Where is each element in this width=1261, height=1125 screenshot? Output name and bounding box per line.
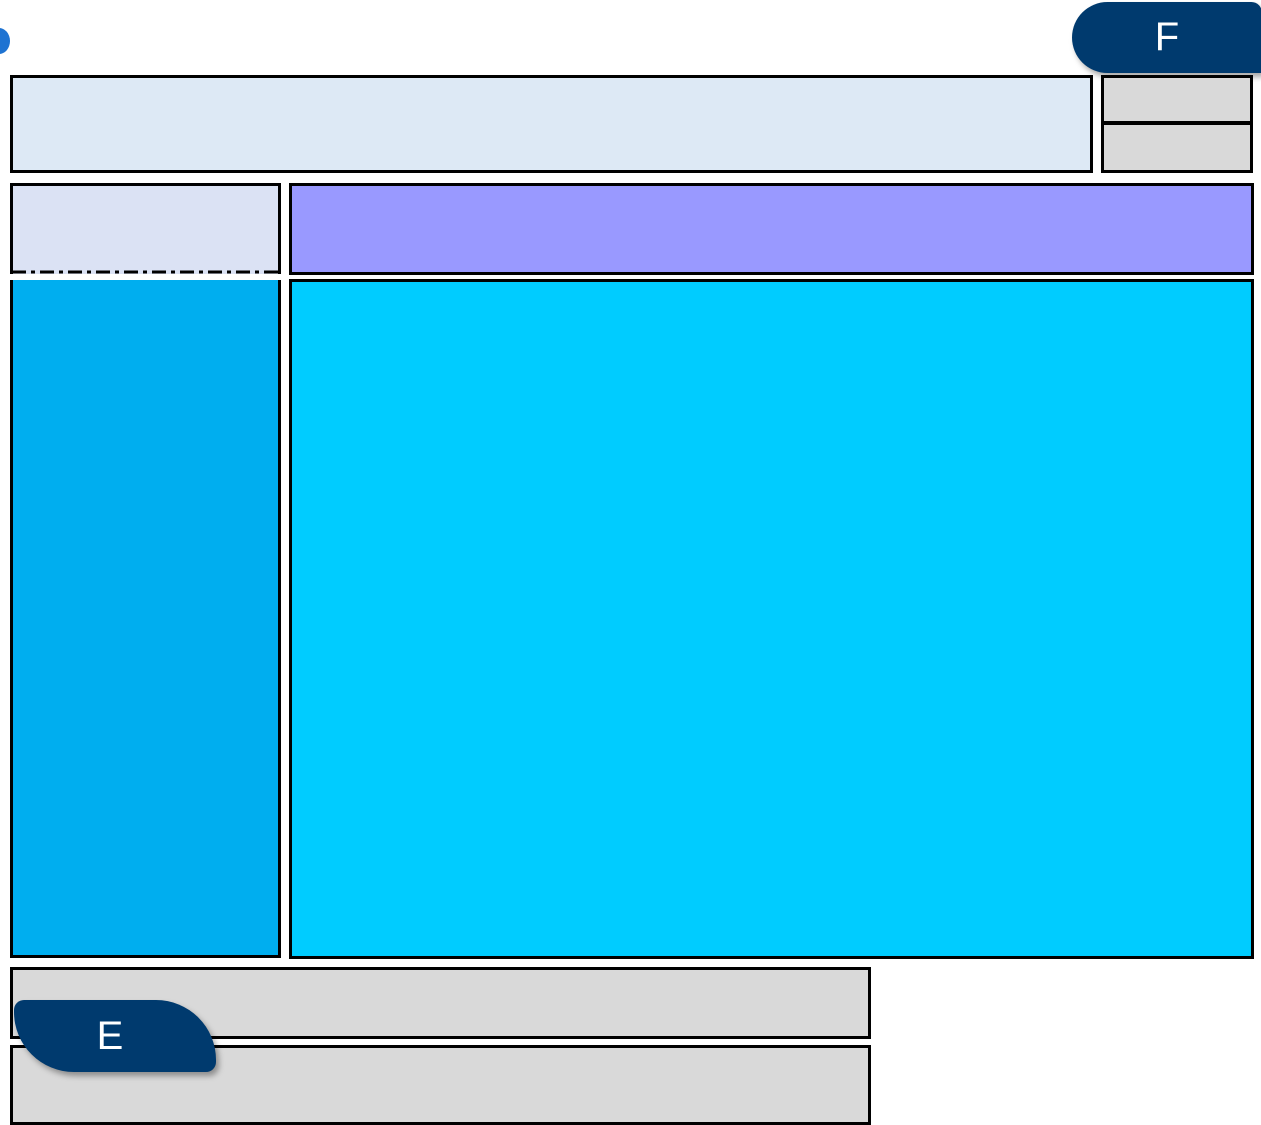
tab-f[interactable]: F bbox=[1072, 2, 1261, 73]
title-bar bbox=[289, 183, 1254, 275]
side-box-bottom bbox=[1101, 122, 1253, 173]
sidebar-main bbox=[10, 280, 281, 958]
side-box-top bbox=[1101, 75, 1253, 124]
corner-dot-icon bbox=[0, 28, 10, 54]
header-panel bbox=[10, 75, 1093, 173]
tab-f-label: F bbox=[1154, 15, 1180, 59]
tab-e-label: E bbox=[96, 1013, 124, 1058]
sidebar-header bbox=[10, 183, 281, 274]
tab-e[interactable]: E bbox=[14, 1000, 216, 1072]
sidebar-separator bbox=[12, 270, 279, 274]
content-area bbox=[289, 279, 1254, 959]
